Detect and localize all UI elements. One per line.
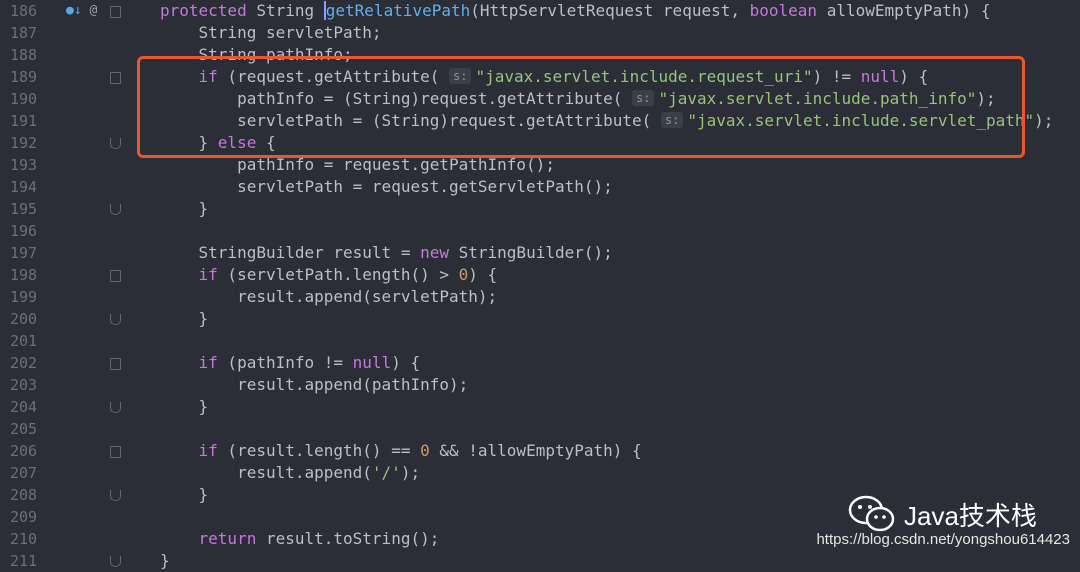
line-number: 197 xyxy=(10,244,38,262)
line-number: 189 xyxy=(10,68,38,86)
fold-marker-icon[interactable] xyxy=(110,314,121,325)
code-line[interactable]: 202 if (pathInfo != null) { xyxy=(0,352,1080,374)
highlight-annotation-box xyxy=(137,56,1025,158)
code-text: result.append(pathInfo); xyxy=(160,375,469,394)
code-line[interactable]: 203 result.append(pathInfo); xyxy=(0,374,1080,396)
line-number: 192 xyxy=(10,134,38,152)
fold-marker-icon[interactable] xyxy=(110,138,121,149)
line-number: 202 xyxy=(10,354,38,372)
code-text: if (servletPath.length() > 0) { xyxy=(198,265,498,284)
code-text: result.append('/'); xyxy=(160,463,421,482)
code-line[interactable]: 199 result.append(servletPath); xyxy=(0,286,1080,308)
fold-marker-icon[interactable] xyxy=(110,446,121,458)
line-number: 200 xyxy=(10,310,38,328)
fold-marker-icon[interactable] xyxy=(110,556,121,567)
code-text: servletPath = request.getServletPath(); xyxy=(160,177,613,196)
code-line[interactable]: 197 StringBuilder result = new StringBui… xyxy=(0,242,1080,264)
line-number: 196 xyxy=(10,222,38,240)
code-text: if (result.length() == 0 && !allowEmptyP… xyxy=(198,441,642,460)
line-number: 205 xyxy=(10,420,38,438)
line-number: 210 xyxy=(10,530,38,548)
line-number: 211 xyxy=(10,552,38,570)
code-line[interactable]: 205 xyxy=(0,418,1080,440)
code-text: } xyxy=(160,551,170,570)
code-text: StringBuilder result = new StringBuilder… xyxy=(160,243,613,262)
fold-marker-icon[interactable] xyxy=(110,204,121,215)
fold-marker-icon[interactable] xyxy=(110,490,121,501)
line-number: 208 xyxy=(10,486,38,504)
line-number: 186 xyxy=(10,2,38,20)
line-number: 201 xyxy=(10,332,38,350)
code-text: } xyxy=(160,199,209,218)
code-line[interactable]: 211} xyxy=(0,550,1080,572)
line-number: 207 xyxy=(10,464,38,482)
code-line[interactable]: 195 } xyxy=(0,198,1080,220)
code-line[interactable]: 187 String servletPath; xyxy=(0,22,1080,44)
code-text: if (pathInfo != null) { xyxy=(198,353,421,372)
fold-marker-icon[interactable] xyxy=(110,270,121,282)
line-number: 199 xyxy=(10,288,38,306)
code-line[interactable]: 186 ●↓ @ protected String getRelativePath(… xyxy=(0,0,1080,22)
line-number: 198 xyxy=(10,266,38,284)
line-number: 209 xyxy=(10,508,38,526)
fold-marker-icon[interactable] xyxy=(110,6,121,18)
fold-marker-icon[interactable] xyxy=(110,358,121,370)
code-line[interactable]: 204 } xyxy=(0,396,1080,418)
fold-marker-icon[interactable] xyxy=(110,72,121,84)
code-text: return result.toString(); xyxy=(198,529,440,548)
code-line[interactable]: 206 if (result.length() == 0 && !allowEm… xyxy=(0,440,1080,462)
line-number: 188 xyxy=(10,46,38,64)
code-line[interactable]: 200 } xyxy=(0,308,1080,330)
code-text: } xyxy=(160,397,209,416)
watermark-url: https://blog.csdn.net/yongshou614423 xyxy=(816,531,1070,548)
code-line[interactable]: 196 xyxy=(0,220,1080,242)
fold-marker-icon[interactable] xyxy=(110,402,121,413)
code-line[interactable]: 207 result.append('/'); xyxy=(0,462,1080,484)
line-number: 206 xyxy=(10,442,38,460)
override-icon[interactable]: ●↓ @ xyxy=(66,0,97,22)
line-number: 187 xyxy=(10,24,38,42)
line-number: 204 xyxy=(10,398,38,416)
code-line[interactable]: 194 servletPath = request.getServletPath… xyxy=(0,176,1080,198)
code-text: } xyxy=(160,309,209,328)
code-line[interactable]: 198 if (servletPath.length() > 0) { xyxy=(0,264,1080,286)
line-number: 203 xyxy=(10,376,38,394)
watermark-brand: Java技术栈 xyxy=(904,500,1037,531)
line-number: 193 xyxy=(10,156,38,174)
code-line[interactable]: 201 xyxy=(0,330,1080,352)
code-text: } xyxy=(160,485,209,504)
code-text: protected String getRelativePath(HttpSer… xyxy=(160,1,991,20)
line-number: 191 xyxy=(10,112,38,130)
wechat-icon xyxy=(848,495,895,532)
code-text: String servletPath; xyxy=(160,23,382,42)
line-number: 190 xyxy=(10,90,38,108)
watermark: Java技术栈 xyxy=(848,494,1037,534)
code-text: result.append(servletPath); xyxy=(160,287,498,306)
line-number: 195 xyxy=(10,200,38,218)
line-number: 194 xyxy=(10,178,38,196)
